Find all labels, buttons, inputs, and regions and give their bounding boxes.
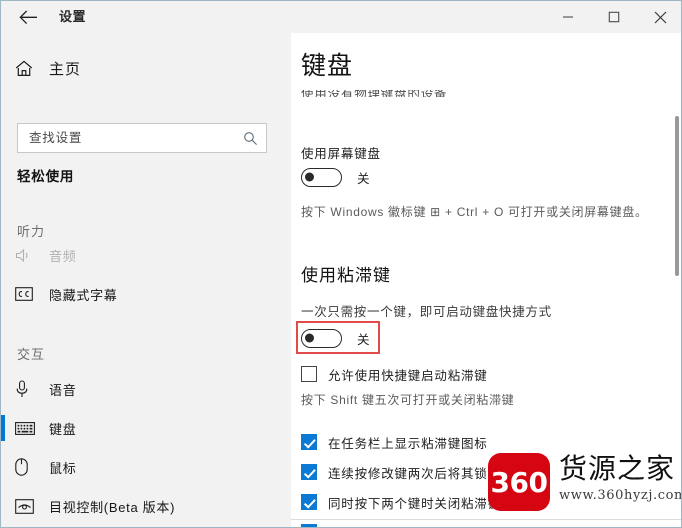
sticky-keys-description: 一次只需按一个键，即可启动键盘快捷方式 <box>301 305 552 319</box>
sidebar-group-interaction: 交互 <box>17 347 46 362</box>
keyboard-icon <box>15 421 41 435</box>
sidebar-item-speech[interactable]: 语音 <box>1 373 291 405</box>
onscreen-keyboard-label: 使用屏幕键盘 <box>301 147 381 161</box>
sidebar: 主页 轻松使用 听力 音频 <box>1 33 291 527</box>
maximize-icon <box>608 11 620 23</box>
onscreen-keyboard-hint: 按下 Windows 徽标键 ⊞ + Ctrl + O 可打开或关闭屏幕键盘。 <box>301 205 648 219</box>
page-subtitle: 使用没有物理键盘的设备 <box>301 87 448 97</box>
sticky-keys-option-taskbar-icon[interactable]: 在任务栏上显示粘滞键图标 <box>301 431 488 453</box>
minimize-button[interactable] <box>545 1 591 33</box>
watermark-logo-text: 360 <box>490 465 548 499</box>
sidebar-section-title: 轻松使用 <box>17 169 75 184</box>
watermark-text-block: 货源之家 www.360hyzj.com <box>559 449 682 503</box>
eye-control-icon <box>15 498 41 514</box>
onscreen-keyboard-toggle-state: 关 <box>357 171 371 186</box>
sidebar-item-audio-label: 音频 <box>49 248 77 264</box>
toggle-switch-knob <box>305 333 314 343</box>
sticky-keys-option-label: 同时按下两个键时关闭粘滞键 <box>328 496 501 511</box>
microphone-icon <box>15 380 41 398</box>
scrollbar-thumb[interactable] <box>675 116 679 276</box>
sidebar-item-keyboard-label: 键盘 <box>49 421 77 437</box>
watermark-brand-name: 货源之家 <box>559 452 676 485</box>
watermark: 360 货源之家 www.360hyzj.com <box>488 449 682 521</box>
sticky-keys-option-label: 在任务栏上显示粘滞键图标 <box>328 436 488 451</box>
sidebar-item-mouse-label: 鼠标 <box>49 460 77 476</box>
onscreen-keyboard-toggle[interactable]: 关 <box>301 166 370 188</box>
sticky-keys-option-lock-modifier[interactable]: 连续按修改键两次后将其锁定 <box>301 461 501 483</box>
sticky-keys-heading: 使用粘滞键 <box>301 266 391 285</box>
sticky-keys-option-label: 在按下和释放修改键时播放声音 <box>328 523 514 528</box>
back-button[interactable] <box>9 1 47 33</box>
watermark-url: www.360hyzj.com <box>559 488 682 503</box>
minimize-icon <box>563 16 573 18</box>
checkbox-unchecked-icon[interactable] <box>301 366 317 382</box>
checkbox-checked-icon[interactable] <box>301 434 317 450</box>
window-title: 设置 <box>59 9 87 24</box>
toggle-switch-track[interactable] <box>301 328 342 348</box>
closed-caption-icon <box>15 287 41 301</box>
checkbox-checked-icon[interactable] <box>301 494 317 510</box>
home-label: 主页 <box>49 60 82 78</box>
sidebar-group-hearing: 听力 <box>17 224 46 239</box>
sidebar-item-audio[interactable]: 音频 <box>1 239 291 271</box>
mouse-icon <box>15 458 41 476</box>
selected-accent-bar <box>1 415 5 441</box>
sidebar-item-eye-control[interactable]: 目视控制(Beta 版本) <box>1 490 291 522</box>
sticky-keys-option-play-sound[interactable]: 在按下和释放修改键时播放声音 <box>301 521 514 528</box>
close-button[interactable] <box>637 1 681 33</box>
search-box[interactable] <box>17 123 267 153</box>
maximize-button[interactable] <box>591 1 637 33</box>
audio-icon <box>15 248 41 263</box>
sticky-keys-toggle[interactable]: 关 <box>301 327 370 349</box>
sticky-keys-toggle-state: 关 <box>357 332 371 347</box>
sidebar-item-closed-captions-label: 隐藏式字幕 <box>49 287 118 303</box>
sidebar-item-keyboard[interactable]: 键盘 <box>1 412 291 444</box>
page-title: 键盘 <box>301 52 354 80</box>
close-icon <box>654 11 666 23</box>
sticky-keys-shortcut-label: 允许使用快捷键启动粘滞键 <box>328 368 488 383</box>
sidebar-item-speech-label: 语音 <box>49 382 77 398</box>
sidebar-item-eye-control-label: 目视控制(Beta 版本) <box>49 499 176 515</box>
title-bar: 设置 <box>1 1 681 33</box>
settings-window: 设置 主页 查找设置 轻松使用 听力 音频 隐藏式字幕 交互 语音 键盘 鼠标 … <box>0 0 682 528</box>
sidebar-item-home[interactable]: 主页 <box>1 51 291 85</box>
sticky-keys-shortcut-hint: 按下 Shift 键五次可打开或关闭粘滞键 <box>301 393 515 407</box>
checkbox-checked-icon[interactable] <box>301 464 317 480</box>
sidebar-item-mouse[interactable]: 鼠标 <box>1 451 291 483</box>
sticky-keys-option-turn-off-two-keys[interactable]: 同时按下两个键时关闭粘滞键 <box>301 491 501 513</box>
home-icon <box>15 60 43 77</box>
sticky-keys-shortcut-checkbox[interactable]: 允许使用快捷键启动粘滞键 <box>301 363 488 385</box>
search-icon[interactable] <box>235 131 266 146</box>
checkbox-checked-icon[interactable] <box>301 524 317 527</box>
toggle-switch-knob <box>305 172 314 182</box>
search-input[interactable] <box>18 130 235 146</box>
sticky-keys-option-label: 连续按修改键两次后将其锁定 <box>328 466 501 481</box>
sidebar-item-closed-captions[interactable]: 隐藏式字幕 <box>1 278 291 310</box>
toggle-switch-track[interactable] <box>301 167 342 187</box>
watermark-logo: 360 <box>488 453 550 511</box>
back-arrow-icon <box>18 10 37 24</box>
